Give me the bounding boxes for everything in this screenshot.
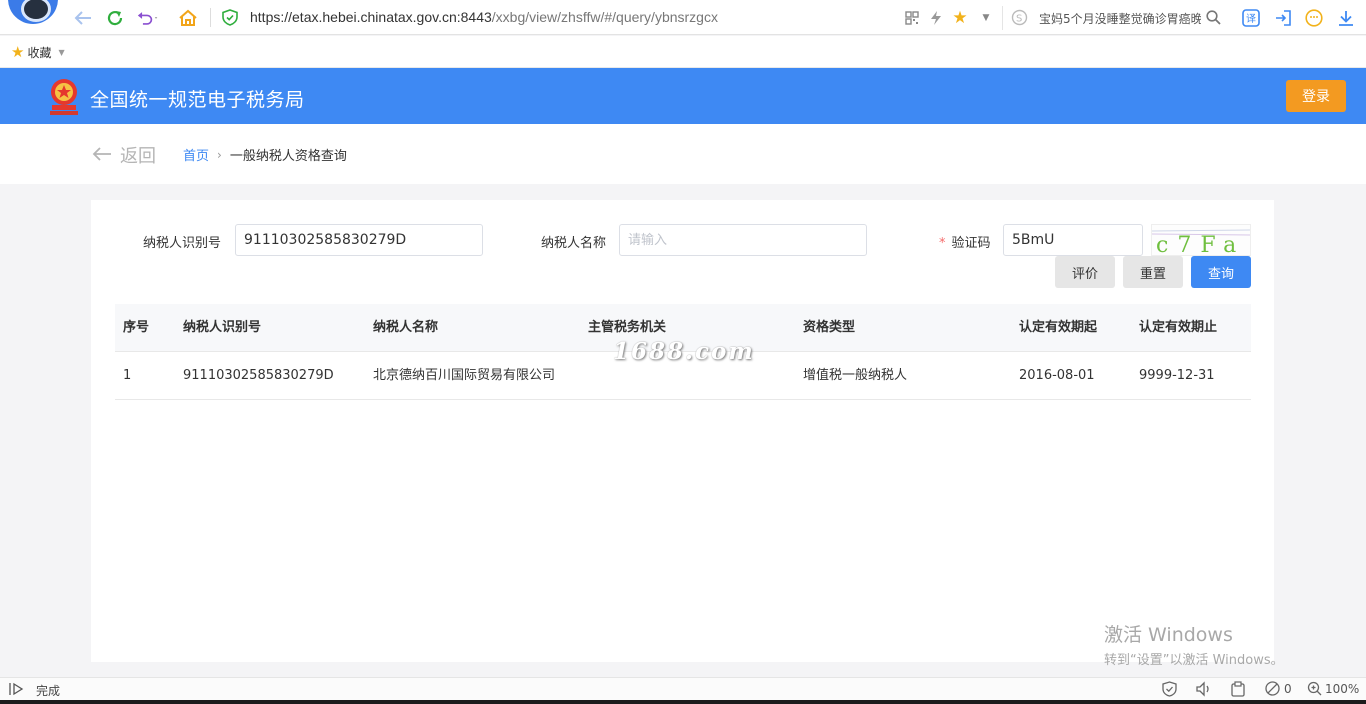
svg-text:S: S [1016, 14, 1022, 25]
caret-down-icon: ▼ [58, 47, 65, 57]
back-link[interactable]: 返回 [92, 142, 156, 168]
bookmark-bar: ★ 收藏 ▼ [0, 36, 1366, 68]
column-header: 认定有效期起 [1019, 320, 1098, 335]
ad-block-indicator[interactable]: 0 [1265, 681, 1292, 696]
address-bar[interactable]: https://etax.hebei.chinatax.gov.cn:8443/… [250, 9, 718, 25]
table-cell: 1 [123, 368, 132, 383]
taxpayer-name-label: 纳税人名称 [541, 236, 607, 251]
breadcrumb-area: 返回 首页 › 一般纳税人资格查询 [0, 124, 1366, 184]
captcha-image[interactable]: c7Fa [1151, 224, 1251, 256]
taxpayer-id-input[interactable] [235, 224, 483, 256]
status-bar: 完成 0 100% [0, 677, 1366, 700]
lightning-icon[interactable] [926, 8, 946, 28]
captcha-input[interactable] [1003, 224, 1143, 256]
table-cell: 9999-12-31 [1139, 368, 1215, 383]
svg-text:译: 译 [1246, 13, 1256, 25]
national-emblem-icon [48, 75, 80, 117]
taskbar [0, 700, 1366, 704]
home-icon[interactable] [177, 7, 199, 29]
sign-in-icon[interactable] [1273, 8, 1293, 28]
zoom-icon [1307, 681, 1322, 696]
activation-title: 激活 Windows [1104, 624, 1233, 646]
activation-hint: 转到“设置”以激活 Windows。 [1104, 653, 1284, 668]
column-header: 纳税人识别号 [183, 320, 262, 335]
zoom-control[interactable]: 100% [1307, 681, 1359, 696]
star-icon: ★ [11, 43, 25, 61]
breadcrumb-current: 一般纳税人资格查询 [229, 149, 347, 164]
breadcrumb: 首页 › 一般纳税人资格查询 [183, 145, 347, 165]
reset-button[interactable]: 重置 [1123, 256, 1183, 288]
download-icon[interactable] [1336, 8, 1356, 28]
back-arrow-icon [92, 143, 112, 167]
table-cell: 2016-08-01 [1019, 368, 1095, 383]
query-button[interactable]: 查询 [1191, 256, 1251, 288]
clipboard-icon[interactable] [1230, 681, 1246, 700]
bookmark-label: 收藏 [27, 45, 52, 60]
search-icon[interactable] [1206, 10, 1221, 29]
login-button[interactable]: 登录 [1286, 80, 1346, 112]
captcha-label: 验证码 [951, 236, 991, 251]
table-cell: 北京德纳百川国际贸易有限公司 [373, 368, 556, 383]
undo-icon[interactable] [137, 7, 159, 29]
qr-code-icon[interactable] [902, 8, 922, 28]
captcha-image-text: c7Fa [1156, 233, 1245, 256]
url-host: https://etax.hebei.chinatax.gov.cn:8443 [250, 9, 492, 25]
windows-activation-notice: 激活 Windows 转到“设置”以激活 Windows。 [1104, 620, 1284, 668]
table-cell: 91110302585830279D [183, 368, 334, 383]
status-text: 完成 [36, 684, 61, 698]
breadcrumb-home-link[interactable]: 首页 [183, 145, 209, 164]
search-engine-icon: S [1011, 9, 1028, 30]
column-header: 认定有效期止 [1139, 320, 1218, 335]
shield-check-icon[interactable] [1162, 681, 1177, 700]
column-header: 资格类型 [803, 320, 856, 335]
emoji-icon[interactable] [1304, 8, 1324, 28]
search-box[interactable]: S 宝妈5个月没睡整觉确诊胃癌晚 [1002, 6, 1224, 30]
chevron-down-icon[interactable]: ▼ [976, 8, 996, 28]
refresh-icon[interactable] [104, 7, 126, 29]
required-mark: * [939, 236, 946, 251]
ad-block-icon [1265, 681, 1280, 696]
ad-block-count: 0 [1284, 681, 1292, 696]
captcha-label-wrap: * 验证码 [939, 232, 991, 251]
taxpayer-id-label: 纳税人识别号 [143, 236, 222, 251]
favorite-star-icon[interactable]: ★ [950, 8, 970, 28]
taxpayer-name-input[interactable] [619, 224, 867, 256]
address-separator [210, 8, 211, 27]
browser-toolbar: https://etax.hebei.chinatax.gov.cn:8443/… [0, 0, 1366, 35]
translate-icon[interactable]: 译 [1241, 8, 1261, 28]
watermark-text: 1688.com [613, 338, 755, 365]
site-title: 全国统一规范电子税务局 [90, 89, 305, 111]
back-label: 返回 [120, 146, 156, 167]
url-path: /xxbg/view/zhsffw/#/query/ybnsrzgcx [491, 9, 718, 25]
speaker-icon[interactable] [1195, 681, 1212, 700]
back-arrow-icon[interactable] [72, 7, 94, 29]
column-header: 纳税人名称 [373, 320, 439, 335]
browser-logo-icon[interactable] [8, 0, 58, 24]
search-hint: 宝妈5个月没睡整觉确诊胃癌晚 [1039, 12, 1201, 26]
evaluate-button[interactable]: 评价 [1055, 256, 1115, 288]
bookmark-favorites[interactable]: ★ 收藏 ▼ [11, 43, 65, 61]
zoom-level: 100% [1325, 681, 1360, 696]
security-shield-icon[interactable] [222, 9, 238, 26]
breadcrumb-separator: › [217, 147, 222, 162]
sidebar-toggle-icon[interactable] [8, 682, 24, 700]
site-header: 全国统一规范电子税务局 登录 [0, 68, 1366, 124]
table-cell: 增值税一般纳税人 [803, 368, 908, 383]
query-panel: 纳税人识别号 纳税人名称 * 验证码 c7Fa 评价 重置 查询 序号 纳税人识别… [91, 200, 1274, 662]
column-header: 序号 [123, 320, 150, 335]
